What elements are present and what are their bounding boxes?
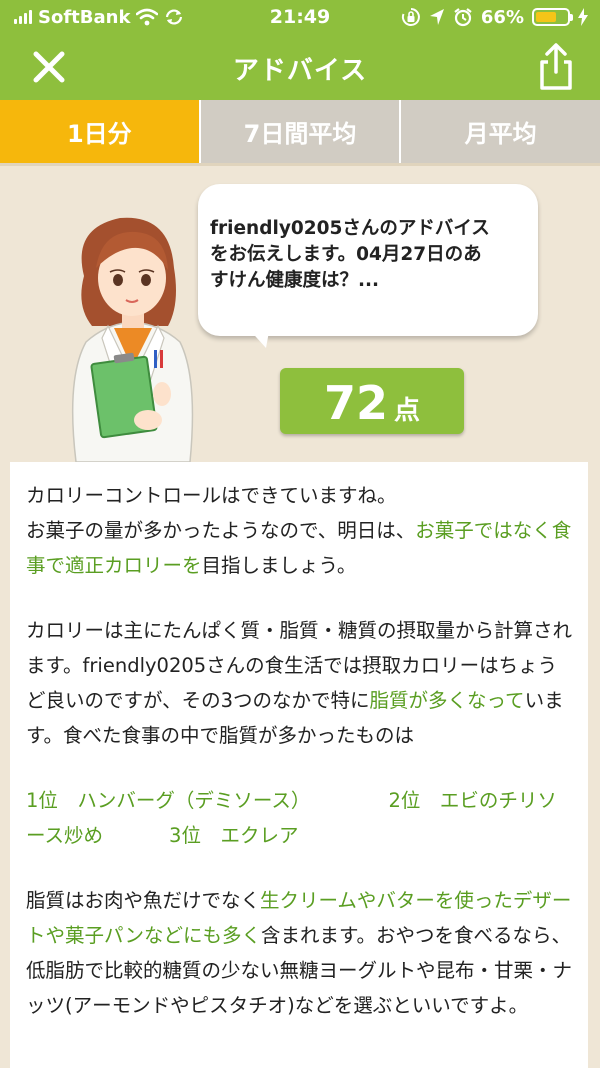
- score-unit: 点: [394, 396, 421, 426]
- charging-icon: [578, 8, 588, 26]
- advice-speech-bubble: friendly0205さんのアドバイス をお伝えします。04月27日のあ すけ…: [198, 184, 538, 336]
- advice-text: 脂質はお肉や魚だけでなく: [26, 889, 261, 912]
- alarm-icon: [454, 8, 472, 27]
- advice-paragraph: カロリーコントロールはできていますね。 お菓子の量が多かったようなので、明日は、…: [26, 478, 574, 583]
- bubble-line: をお伝えします。04月27日のあ: [210, 244, 482, 265]
- bubble-tail: [246, 326, 270, 348]
- health-score: 72: [323, 376, 388, 430]
- battery-percent: 66%: [480, 6, 524, 28]
- period-tabs: 1日分 7日間平均 月平均: [0, 100, 600, 166]
- advice-hero: friendly0205さんのアドバイス をお伝えします。04月27日のあ すけ…: [0, 166, 600, 462]
- advice-paragraph: 脂質はお肉や魚だけでなく生クリームやバターを使ったデザートや菓子パンなどにも多く…: [26, 883, 574, 1023]
- share-icon[interactable]: [534, 42, 578, 92]
- advisor-illustration: [71, 217, 194, 462]
- tab-1-day[interactable]: 1日分: [0, 100, 199, 163]
- bubble-line: すけん健康度は？...: [210, 270, 380, 291]
- fat-ranking: 1位 ハンバーグ（デミソース） 2位 エビのチリソース炒め 3位 エクレア: [26, 783, 574, 853]
- battery-icon: [532, 8, 573, 26]
- health-score-badge: 72 点: [280, 368, 464, 434]
- advice-text: 目指しましょう。: [201, 554, 357, 577]
- bubble-line: friendly0205さんのアドバイス: [210, 218, 490, 239]
- page-title: アドバイス: [232, 56, 368, 86]
- tab-7-day-average[interactable]: 7日間平均: [198, 100, 400, 163]
- nav-bar: アドバイス: [0, 34, 600, 100]
- advice-highlight: 脂質が多くなって: [369, 689, 525, 712]
- ranking-item: 1位 ハンバーグ（デミソース）: [26, 789, 311, 812]
- advice-card: カロリーコントロールはできていますね。 お菓子の量が多かったようなので、明日は、…: [10, 462, 588, 1068]
- tab-monthly-average[interactable]: 月平均: [399, 100, 600, 163]
- advice-text: カロリーコントロールはできていますね。: [26, 484, 397, 507]
- status-bar: SoftBank 21:49 66%: [0, 0, 600, 34]
- ranking-item: 3位 エクレア: [169, 824, 299, 847]
- rotation-lock-icon: [401, 8, 420, 26]
- advice-text: お菓子の量が多かったようなので、明日は、: [26, 519, 416, 542]
- advice-paragraph: カロリーは主にたんぱく質・脂質・糖質の摂取量から計算されます。friendly0…: [26, 613, 574, 753]
- status-right: 66%: [401, 6, 588, 28]
- location-icon: [429, 9, 444, 25]
